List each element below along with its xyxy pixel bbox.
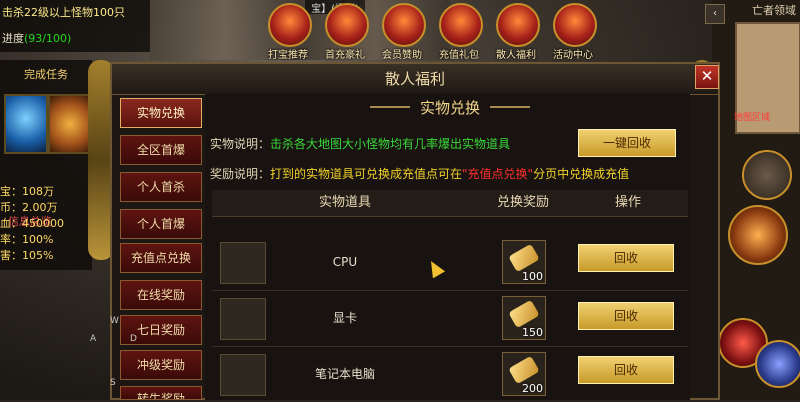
reward-amount: 150 — [522, 326, 543, 339]
stat-label: 宝： — [0, 185, 22, 198]
item-description: 实物说明：击杀各大地图大小怪物均有几率爆出实物道具 — [210, 135, 510, 152]
stat-label: 血： — [0, 217, 22, 230]
quest-tracker[interactable]: 击杀22级以上怪物100只 进度(93/100) — [0, 0, 150, 52]
key-s[interactable]: S — [110, 378, 116, 388]
key-w[interactable]: W — [110, 316, 119, 326]
stat-row: 率：100% — [0, 231, 53, 247]
window-title: 散人福利 — [112, 64, 718, 95]
stat-value: 108万 — [22, 185, 54, 198]
chest-icon — [496, 3, 540, 47]
scroll-icon — [508, 243, 540, 273]
activity-label: 打宝推荐 — [268, 50, 308, 61]
lantern-icon — [553, 3, 597, 47]
quest-text: 击杀22级以上怪物100只 — [2, 6, 125, 19]
table-row: CPU 100 回收 — [212, 234, 688, 291]
character-portrait[interactable] — [4, 94, 48, 154]
description-text: 打到的实物道具可兑换成充值点可在 — [270, 167, 463, 181]
recharge-link-text: "充值点兑换" — [462, 167, 534, 181]
stat-label: 率： — [0, 233, 22, 246]
close-button[interactable]: ✕ — [695, 65, 719, 89]
activity-label: 活动中心 — [553, 50, 593, 61]
description-label: 实物说明： — [210, 137, 271, 151]
panel-title: 完成任务 — [24, 68, 68, 81]
reward-scroll-icon[interactable]: 200 — [502, 352, 546, 396]
stat-value: 100% — [22, 233, 54, 246]
recycle-all-button[interactable]: 一键回收 — [578, 129, 676, 157]
stat-row: 害：105% — [0, 247, 53, 263]
description-label: 奖励说明： — [210, 167, 271, 181]
nav-item-server-first-drop[interactable]: 全区首爆 — [120, 135, 202, 165]
nav-item-rebirth-reward[interactable]: 转生奖励 — [120, 386, 202, 400]
nav-item-personal-first-kill[interactable]: 个人首杀 — [120, 172, 202, 202]
map-title: 亡者领域 — [752, 4, 796, 17]
first-recharge-button[interactable]: 首充豪礼 — [319, 0, 371, 64]
nav-item-personal-first-drop[interactable]: 个人首爆 — [120, 209, 202, 239]
reward-scroll-icon[interactable]: 150 — [502, 296, 546, 340]
key-d[interactable]: D — [130, 334, 137, 344]
stat-label: 币： — [0, 201, 22, 214]
activity-label: 会员赞助 — [382, 50, 422, 61]
quest-progress-value: (93/100) — [24, 32, 72, 45]
reward-amount: 100 — [522, 270, 543, 283]
key-a[interactable]: A — [90, 334, 96, 344]
stat-value: 450000 — [22, 217, 64, 230]
solo-welfare-button[interactable]: 散人福利 — [490, 0, 542, 64]
stat-row: 币：2.00万 — [0, 199, 58, 215]
skill-lightning-icon[interactable] — [755, 340, 800, 388]
nav-item-online-reward[interactable]: 在线奖励 — [120, 280, 202, 310]
activity-label: 散人福利 — [496, 50, 536, 61]
map-location-label: 地图区域 — [734, 113, 771, 123]
item-name: 笔记本电脑 — [314, 367, 375, 381]
vip-sponsor-button[interactable]: 会员赞助 — [376, 0, 428, 64]
item-name: 显卡 — [332, 311, 357, 325]
activity-recommend-button[interactable]: 打宝推荐 — [262, 0, 314, 64]
reward-description: 奖励说明：打到的实物道具可兑换成充值点可在"充值点兑换"分页中兑换成充值 — [210, 165, 629, 182]
recharge-package-button[interactable]: 充值礼包 — [433, 0, 485, 64]
treasure-icon — [439, 3, 483, 47]
recycle-button[interactable]: 回收 — [578, 302, 674, 330]
column-header-action: 操作 — [614, 195, 641, 210]
stat-row: 血：450000 — [0, 215, 64, 231]
activity-label: 充值礼包 — [439, 50, 479, 61]
stat-label: 害： — [0, 249, 22, 262]
recycle-button[interactable]: 回收 — [578, 356, 674, 384]
column-header-item: 实物道具 — [318, 195, 371, 210]
table-row: 笔记本电脑 200 回收 — [212, 346, 688, 400]
skill-slash-icon[interactable] — [728, 205, 788, 265]
description-text: 分页中兑换成充值 — [533, 167, 630, 181]
recycle-button[interactable]: 回收 — [578, 244, 674, 272]
nav-item-level-reward[interactable]: 冲级奖励 — [120, 350, 202, 380]
scroll-icon — [508, 299, 540, 329]
crossed-swords-icon — [268, 3, 312, 47]
collapse-button[interactable]: ‹ — [705, 4, 725, 24]
treasure-chest-icon[interactable] — [48, 94, 92, 154]
column-header-reward: 兑换奖励 — [496, 195, 549, 210]
section-title: 实物兑换 — [419, 99, 480, 117]
stat-row: 宝：108万 — [0, 183, 54, 199]
activity-label: 首充豪礼 — [325, 50, 365, 61]
scroll-icon — [508, 355, 540, 385]
reward-amount: 200 — [522, 382, 543, 395]
table-row: 显卡 150 回收 — [212, 290, 688, 347]
stat-value: 105% — [22, 249, 54, 262]
description-text: 击杀各大地图大小怪物均有几率爆出实物道具 — [270, 137, 511, 151]
table-header: 实物道具 兑换奖励 操作 — [212, 190, 688, 217]
character-avatar-icon[interactable] — [742, 150, 792, 200]
quest-progress-label: 进度 — [2, 32, 24, 45]
activity-icon-bar: 打宝推荐 首充豪礼 会员赞助 充值礼包 散人福利 活动中心 — [262, 0, 607, 64]
nav-item-recharge-exchange[interactable]: 充值点兑换 — [120, 243, 202, 273]
reward-scroll-icon[interactable]: 100 — [502, 240, 546, 284]
stat-value: 2.00万 — [22, 201, 58, 214]
vip-icon — [382, 3, 426, 47]
activity-center-button[interactable]: 活动中心 — [547, 0, 599, 64]
quest-progress: 进度(93/100) — [2, 30, 71, 46]
gift-icon — [325, 3, 369, 47]
nav-item-physical-exchange[interactable]: 实物兑换 — [120, 98, 202, 128]
